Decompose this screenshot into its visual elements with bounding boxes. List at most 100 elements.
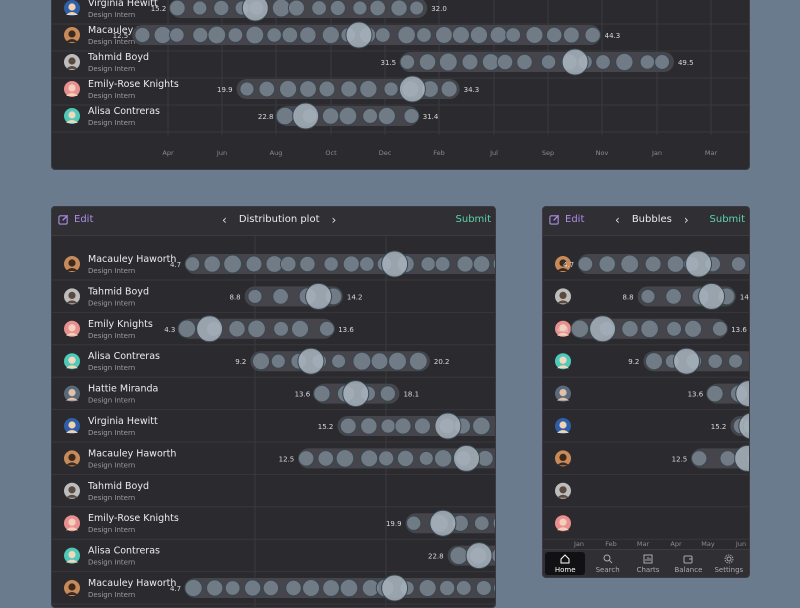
range-group <box>250 347 430 375</box>
wallet-icon <box>683 555 693 563</box>
chevron-right-icon[interactable]: › <box>684 214 689 226</box>
chevron-right-icon[interactable]: › <box>332 214 337 226</box>
bubble <box>598 255 616 273</box>
bubble <box>245 25 265 45</box>
range-min-label: 4.7 <box>563 261 574 269</box>
avatar <box>555 450 571 467</box>
bubble <box>313 384 331 403</box>
x-axis-tick-label: Jun <box>735 540 746 548</box>
tab-search[interactable]: Search <box>587 550 627 577</box>
bubble <box>285 579 302 597</box>
bubble <box>379 385 396 402</box>
avatar-face <box>68 453 76 461</box>
bubble-large <box>589 315 617 343</box>
bubble <box>433 449 453 468</box>
range-group <box>184 250 495 278</box>
bubble <box>473 515 490 532</box>
tab-home[interactable]: Home <box>545 552 586 575</box>
bubble <box>377 106 396 126</box>
avatar <box>64 54 80 70</box>
edit-icon <box>549 214 560 225</box>
edit-button[interactable]: Edit <box>58 214 93 225</box>
tab-settings[interactable]: Settings <box>709 550 749 577</box>
bubble <box>245 255 263 273</box>
bubble <box>644 255 662 273</box>
tab-balance[interactable]: Balance <box>668 550 708 577</box>
bubble <box>396 449 415 468</box>
bubble <box>570 319 590 339</box>
range-group <box>643 347 749 375</box>
bubble <box>438 579 456 597</box>
range-max-label: 13.6 <box>338 326 354 334</box>
avatar-face <box>68 291 76 299</box>
avatar-face <box>559 453 567 461</box>
avatar <box>555 288 571 305</box>
submit-button[interactable]: Submit <box>710 214 745 225</box>
search-icon <box>603 554 612 563</box>
range-group <box>244 282 343 310</box>
bubble <box>706 384 724 403</box>
page-title: Distribution plot <box>238 214 320 225</box>
bubble <box>227 27 244 43</box>
range-min-label: 19.9 <box>386 520 402 528</box>
bubble <box>177 319 197 339</box>
bubble <box>360 417 378 435</box>
range-max-label: 32.0 <box>431 5 447 13</box>
range-group <box>730 412 749 440</box>
avatar-face <box>68 389 76 397</box>
avatar <box>64 108 80 124</box>
person-role: Design Intern <box>88 364 135 372</box>
bubble <box>390 0 408 17</box>
range-min-label: 12.5 <box>279 455 295 463</box>
bubble <box>297 450 315 467</box>
range-group <box>297 444 495 472</box>
x-axis-tick-label: Jan <box>651 149 662 157</box>
bubble-large <box>398 75 426 103</box>
range-min-label: 8.8 <box>622 293 633 301</box>
avatar <box>555 418 571 434</box>
submit-button[interactable]: Submit <box>456 214 491 225</box>
bubble <box>262 579 280 597</box>
bubble-large <box>305 282 333 310</box>
range-group <box>637 282 736 310</box>
bubble-large <box>342 380 370 408</box>
bubble <box>475 579 492 597</box>
avatar <box>64 353 80 370</box>
person-name: Alisa Contreras <box>88 546 160 557</box>
range-group <box>313 380 400 408</box>
edit-button[interactable]: Edit <box>549 214 584 225</box>
avatar-face <box>559 291 567 299</box>
range-min-label: 12.5 <box>113 32 129 40</box>
person-name: Emily-Rose Knights <box>88 79 179 90</box>
bubble <box>472 255 491 273</box>
avatar-face <box>559 518 567 526</box>
bubble <box>207 25 227 45</box>
bubble <box>369 0 386 17</box>
bubble <box>169 27 185 43</box>
title-navigator: ‹ Distribution plot › <box>222 214 337 226</box>
chevron-left-icon[interactable]: ‹ <box>615 214 620 226</box>
bubble <box>321 107 340 125</box>
range-group <box>236 75 460 103</box>
bubble <box>420 256 437 272</box>
range-max-label: 31.4 <box>423 113 439 121</box>
bubble-large <box>429 509 457 537</box>
range-min-label: 4.7 <box>170 261 181 269</box>
x-axis-tick-label: Mar <box>705 149 718 157</box>
range-min-label: 9.2 <box>235 358 246 366</box>
bubble <box>359 256 375 272</box>
bubble <box>640 288 656 304</box>
avatar-face <box>68 583 76 591</box>
bubble <box>203 255 221 273</box>
chevron-left-icon[interactable]: ‹ <box>222 214 227 226</box>
person-name: Macauley Haworth <box>88 254 176 265</box>
bubble <box>339 417 357 435</box>
bubble-large <box>685 250 713 278</box>
bubble <box>352 351 372 371</box>
bubble <box>455 580 472 596</box>
bubble <box>707 353 723 369</box>
range-min-label: 4.7 <box>170 585 181 593</box>
tab-label: Search <box>595 565 620 574</box>
tab-charts[interactable]: Charts <box>628 550 668 577</box>
bubble <box>359 79 378 99</box>
